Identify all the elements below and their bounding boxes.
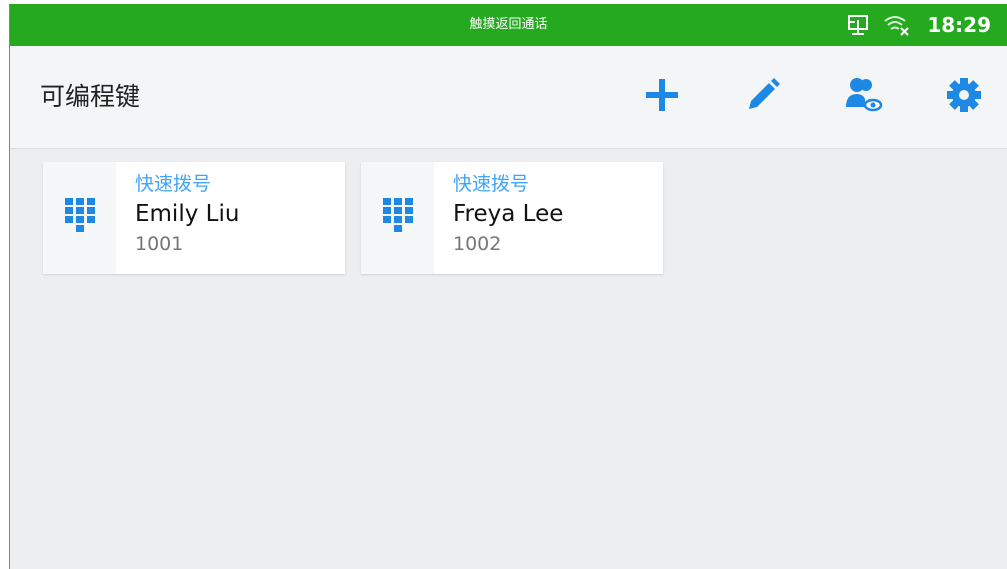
status-bar[interactable]: 触摸返回通话 18:29 [10,4,1007,46]
pencil-icon [743,75,783,119]
speed-dial-card-emily-liu[interactable]: 快速拨号 Emily Liu 1001 [43,162,345,274]
edit-button[interactable] [743,77,783,117]
contacts-view-button[interactable] [843,77,883,117]
device-screen: 触摸返回通话 18:29 可编程键 快速拨号 Emily Liu 1001 快速… [10,4,1007,569]
app-bar: 可编程键 [10,46,1007,149]
contact-name: Emily Liu [135,201,240,227]
add-button[interactable] [642,77,682,117]
gear-icon [944,75,984,119]
speed-dial-card-freya-lee[interactable]: 快速拨号 Freya Lee 1002 [361,162,663,274]
status-indicators: 18:29 [847,4,991,46]
card-icon-area [361,162,434,274]
clock: 18:29 [927,13,991,37]
dialpad-icon [63,196,97,240]
plus-icon [642,75,682,119]
dialpad-icon [381,196,415,240]
contact-name: Freya Lee [453,201,564,227]
page-title: 可编程键 [40,82,141,111]
contact-number: 1002 [453,233,502,255]
network-icon [847,14,869,36]
contacts-eye-icon [843,75,883,119]
card-type-label: 快速拨号 [453,173,530,195]
card-icon-area [43,162,116,274]
card-type-label: 快速拨号 [135,173,212,195]
settings-button[interactable] [944,77,984,117]
contact-number: 1001 [135,233,184,255]
wifi-off-icon [883,14,911,36]
